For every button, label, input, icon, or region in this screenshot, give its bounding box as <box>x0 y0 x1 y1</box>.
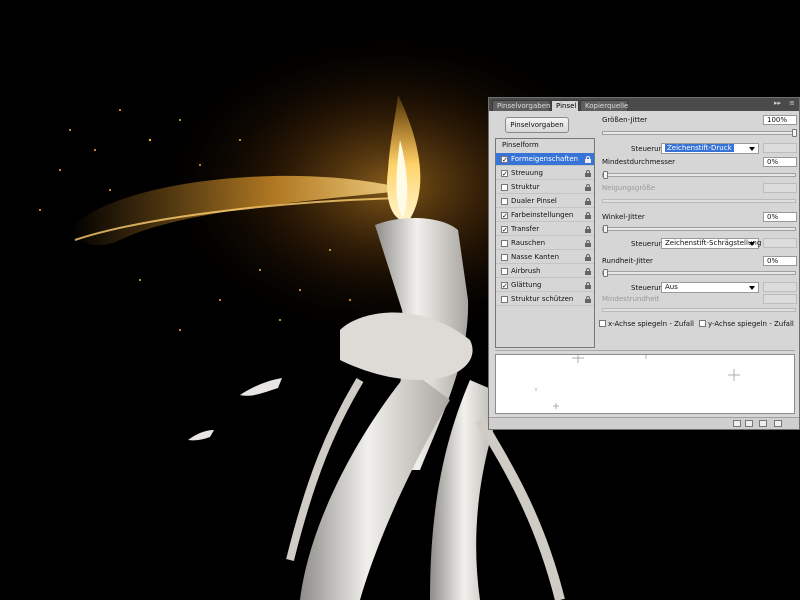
chevron-down-icon <box>749 286 755 290</box>
checkbox[interactable] <box>501 254 508 261</box>
checkbox[interactable] <box>501 240 508 247</box>
brush-options-list: Pinselform ✓ Formeigenschaften ✓ Streuun… <box>495 138 595 348</box>
chevron-down-icon <box>749 242 755 246</box>
checkbox[interactable]: ✓ <box>501 156 508 164</box>
tab-label: Pinsel <box>556 102 577 110</box>
angle-control-select[interactable]: Zeichenstift-Schrägstellung <box>661 238 762 249</box>
slider-thumb[interactable] <box>603 225 608 233</box>
list-item-rauschen[interactable]: Rauschen <box>496 237 594 250</box>
list-item-label: Streuung <box>511 169 543 177</box>
size-jitter-label: Größen-Jitter <box>602 116 648 124</box>
checkbox[interactable] <box>501 198 508 205</box>
lock-icon[interactable] <box>585 184 591 191</box>
new-preset-icon[interactable] <box>759 420 767 427</box>
tilt-scale-label: Neigungsgröße <box>602 184 656 192</box>
min-roundness-slider <box>602 308 796 312</box>
grid-icon[interactable] <box>745 420 753 427</box>
list-item-label: Dualer Pinsel <box>511 197 557 205</box>
brush-tool-icon[interactable] <box>733 420 741 427</box>
list-item-farbeinstellungen[interactable]: ✓ Farbeinstellungen <box>496 209 594 222</box>
brush-stroke-preview <box>495 354 795 414</box>
lock-icon[interactable] <box>585 296 591 303</box>
angle-jitter-value[interactable]: 0% <box>763 212 797 222</box>
roundness-jitter-slider[interactable] <box>602 269 796 277</box>
checkbox[interactable]: ✓ <box>501 170 508 178</box>
checkbox[interactable]: ✓ <box>501 226 508 234</box>
size-control-select[interactable]: Zeichenstift-Druck <box>661 143 759 154</box>
lock-icon[interactable] <box>585 268 591 275</box>
list-header: Pinselform <box>502 141 539 149</box>
select-value: Aus <box>665 283 678 291</box>
select-value: Zeichenstift-Druck <box>665 144 734 152</box>
settings-area: Größen-Jitter 100% Steuerung: Zeichensti… <box>599 98 799 348</box>
list-item-label: Rauschen <box>511 239 546 247</box>
angle-control-field <box>763 238 797 248</box>
lock-icon[interactable] <box>585 240 591 247</box>
list-item-label: Struktur schützen <box>511 295 574 303</box>
checkbox[interactable]: ✓ <box>501 282 508 290</box>
flip-y-checkbox[interactable] <box>699 320 706 327</box>
lock-icon[interactable] <box>585 198 591 205</box>
lock-icon[interactable] <box>585 282 591 289</box>
size-control-field <box>763 143 797 153</box>
roundness-jitter-label: Rundheit-Jitter <box>602 257 653 265</box>
list-item-struktur-schuetzen[interactable]: Struktur schützen <box>496 293 594 306</box>
list-item-airbrush[interactable]: Airbrush <box>496 265 594 278</box>
lock-icon[interactable] <box>585 170 591 177</box>
brush-panel: Pinselvorgaben Pinsel Kopierquelle ▸▸ ≡ … <box>488 97 800 430</box>
sparkle-preview-icon <box>535 355 740 409</box>
chevron-down-icon <box>749 147 755 151</box>
select-value: Zeichenstift-Schrägstellung <box>665 239 762 247</box>
slider-thumb[interactable] <box>792 129 797 137</box>
roundness-control-select[interactable]: Aus <box>661 282 759 293</box>
list-item-label: Transfer <box>511 225 540 233</box>
list-item-struktur[interactable]: Struktur <box>496 181 594 194</box>
tab-pinselvorgaben[interactable]: Pinselvorgaben <box>492 100 550 111</box>
min-diameter-value[interactable]: 0% <box>763 157 797 167</box>
list-item-label: Glättung <box>511 281 542 289</box>
trash-icon[interactable] <box>774 420 782 427</box>
checkbox[interactable] <box>501 184 508 191</box>
list-item-transfer[interactable]: ✓ Transfer <box>496 223 594 236</box>
min-diameter-label: Mindestdurchmesser <box>602 158 676 166</box>
list-item-formeigenschaften[interactable]: ✓ Formeigenschaften <box>496 153 594 166</box>
list-item-label: Nasse Kanten <box>511 253 560 261</box>
tilt-scale-slider <box>602 199 796 203</box>
lock-icon[interactable] <box>585 226 591 233</box>
flip-y-label: y-Achse spiegeln - Zufall <box>708 320 794 328</box>
tab-pinsel[interactable]: Pinsel <box>551 100 579 111</box>
angle-jitter-label: Winkel-Jitter <box>602 213 645 221</box>
brush-presets-button[interactable]: Pinselvorgaben <box>505 117 569 133</box>
size-jitter-value[interactable]: 100% <box>763 115 797 125</box>
roundness-jitter-value[interactable]: 0% <box>763 256 797 266</box>
lock-icon[interactable] <box>585 156 591 163</box>
min-diameter-slider[interactable] <box>602 171 796 179</box>
list-item-streuung[interactable]: ✓ Streuung <box>496 167 594 180</box>
tab-label: Pinselvorgaben <box>497 102 551 110</box>
min-roundness-field <box>763 294 797 304</box>
size-jitter-slider[interactable] <box>602 129 797 137</box>
panel-footer <box>489 417 799 429</box>
list-item-label: Formeigenschaften <box>511 155 579 163</box>
list-item-dualer-pinsel[interactable]: Dualer Pinsel <box>496 195 594 208</box>
list-item-label: Farbeinstellungen <box>511 211 574 219</box>
min-roundness-label: Mindestrundheit <box>602 295 660 303</box>
flip-x-checkbox[interactable] <box>599 320 606 327</box>
lock-icon[interactable] <box>585 212 591 219</box>
flip-x-label: x-Achse spiegeln - Zufall <box>608 320 694 328</box>
list-item-label: Airbrush <box>511 267 541 275</box>
checkbox[interactable] <box>501 268 508 275</box>
angle-jitter-slider[interactable] <box>602 225 796 233</box>
divider <box>495 350 795 351</box>
slider-thumb[interactable] <box>603 269 608 277</box>
lock-icon[interactable] <box>585 254 591 261</box>
roundness-control-field <box>763 282 797 292</box>
list-item-glaettung[interactable]: ✓ Glättung <box>496 279 594 292</box>
list-item-nasse-kanten[interactable]: Nasse Kanten <box>496 251 594 264</box>
tilt-scale-field <box>763 183 797 193</box>
checkbox[interactable]: ✓ <box>501 212 508 220</box>
checkbox[interactable] <box>501 296 508 303</box>
slider-thumb[interactable] <box>603 171 608 179</box>
list-item-label: Struktur <box>511 183 540 191</box>
